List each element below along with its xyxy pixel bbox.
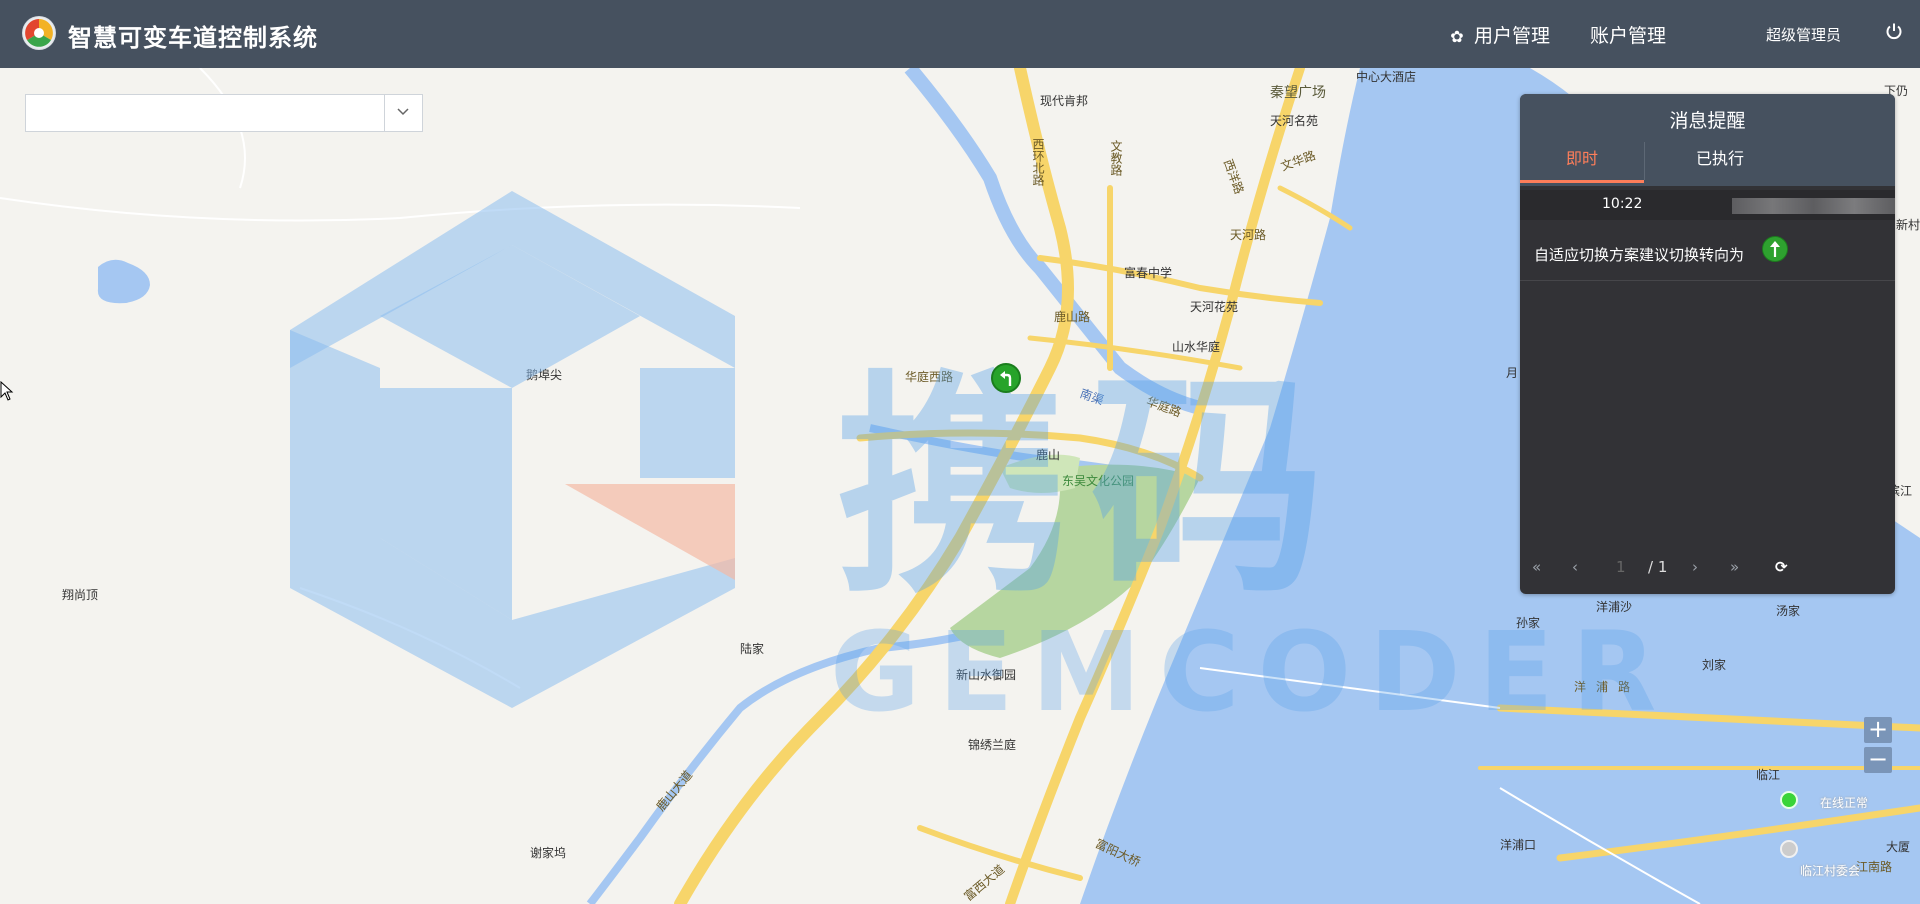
message-time-row: 10:22 xyxy=(1520,190,1895,220)
message-panel: 消息提醒 即时 已执行 10:22 自适应切换方案建议切换转向为 « ‹ 1 /… xyxy=(1520,94,1895,594)
top-navbar: 智慧可变车道控制系统 ✿ 用户管理 账户管理 超级管理员 xyxy=(0,0,1920,68)
total-pages: / 1 xyxy=(1648,558,1668,576)
message-time: 10:22 xyxy=(1602,196,1643,212)
offline-status-icon[interactable] xyxy=(1780,840,1798,858)
region-select[interactable] xyxy=(25,94,423,132)
power-icon[interactable] xyxy=(1885,22,1903,40)
chevron-down-icon xyxy=(397,108,409,116)
map-label: 月 xyxy=(1506,366,1519,380)
gear-icon: ✿ xyxy=(1450,27,1464,46)
first-page-button[interactable]: « xyxy=(1532,558,1541,576)
map-label: 秦望广场 xyxy=(1270,85,1326,101)
map-label: 天河名苑 xyxy=(1270,114,1319,128)
mouse-cursor-icon xyxy=(0,381,14,401)
nav-user-management[interactable]: ✿ 用户管理 xyxy=(1448,21,1550,48)
watermark-text: 携码 xyxy=(835,349,1345,625)
app-title: 智慧可变车道控制系统 xyxy=(68,24,318,52)
map-label: 大厦 xyxy=(1886,840,1911,854)
map-label: 临江 xyxy=(1756,768,1781,782)
prev-page-button[interactable]: ‹ xyxy=(1572,558,1578,576)
map-label: 洋浦口 xyxy=(1500,838,1537,852)
map-label: 西环北路 xyxy=(1031,138,1045,186)
map-label: 翔尚顶 xyxy=(62,588,99,602)
online-status-icon[interactable] xyxy=(1780,791,1798,809)
tab-instant[interactable]: 即时 xyxy=(1520,142,1644,183)
current-user-name[interactable]: 超级管理员 xyxy=(1766,24,1841,45)
tab-executed[interactable]: 已执行 xyxy=(1644,142,1795,180)
zoom-out-button[interactable]: − xyxy=(1864,747,1892,773)
nav-user-management-label: 用户管理 xyxy=(1474,25,1551,47)
message-panel-title: 消息提醒 xyxy=(1669,110,1746,132)
map-label: 刘家 xyxy=(1702,658,1727,672)
map-label: 中心大酒店 xyxy=(1356,70,1417,84)
message-pagination: « ‹ 1 / 1 › » ⟳ xyxy=(1520,554,1895,584)
refresh-icon[interactable]: ⟳ xyxy=(1775,558,1788,576)
map-label: 汤家 xyxy=(1776,604,1801,618)
zoom-in-button[interactable]: + xyxy=(1864,717,1892,743)
map-label: 锦绣兰庭 xyxy=(968,738,1017,752)
message-text: 自适应切换方案建议切换转向为 xyxy=(1534,246,1745,264)
map-label: 现代肯邦 xyxy=(1040,94,1089,108)
current-page[interactable]: 1 xyxy=(1616,558,1626,576)
map-label: 江南路 xyxy=(1856,860,1893,874)
nav-account-management[interactable]: 账户管理 xyxy=(1590,21,1666,48)
map-label: 富春中学 xyxy=(1124,266,1173,280)
last-page-button[interactable]: » xyxy=(1730,558,1739,576)
map-label: 天河路 xyxy=(1230,228,1267,242)
message-item[interactable]: 自适应切换方案建议切换转向为 xyxy=(1520,222,1895,281)
map-label: 文教路 xyxy=(1109,140,1123,176)
message-panel-header: 消息提醒 即时 已执行 xyxy=(1520,94,1895,186)
region-select-toggle[interactable] xyxy=(384,95,422,131)
app-logo xyxy=(22,16,56,50)
map-label: 鹅埠尖 xyxy=(526,368,563,382)
status-label: 在线正常 xyxy=(1820,796,1869,810)
arrow-up-icon xyxy=(1762,236,1788,262)
turn-left-marker-icon[interactable] xyxy=(991,363,1021,393)
next-page-button[interactable]: › xyxy=(1692,558,1698,576)
map-label: 陆家 xyxy=(740,642,765,656)
watermark-text-en: GEMCODER xyxy=(830,608,1675,736)
map-label: 谢家坞 xyxy=(530,846,567,860)
status-label: 临江村委会 xyxy=(1800,864,1861,878)
redacted-field xyxy=(1732,198,1895,214)
map-label: 新村 xyxy=(1896,218,1920,232)
